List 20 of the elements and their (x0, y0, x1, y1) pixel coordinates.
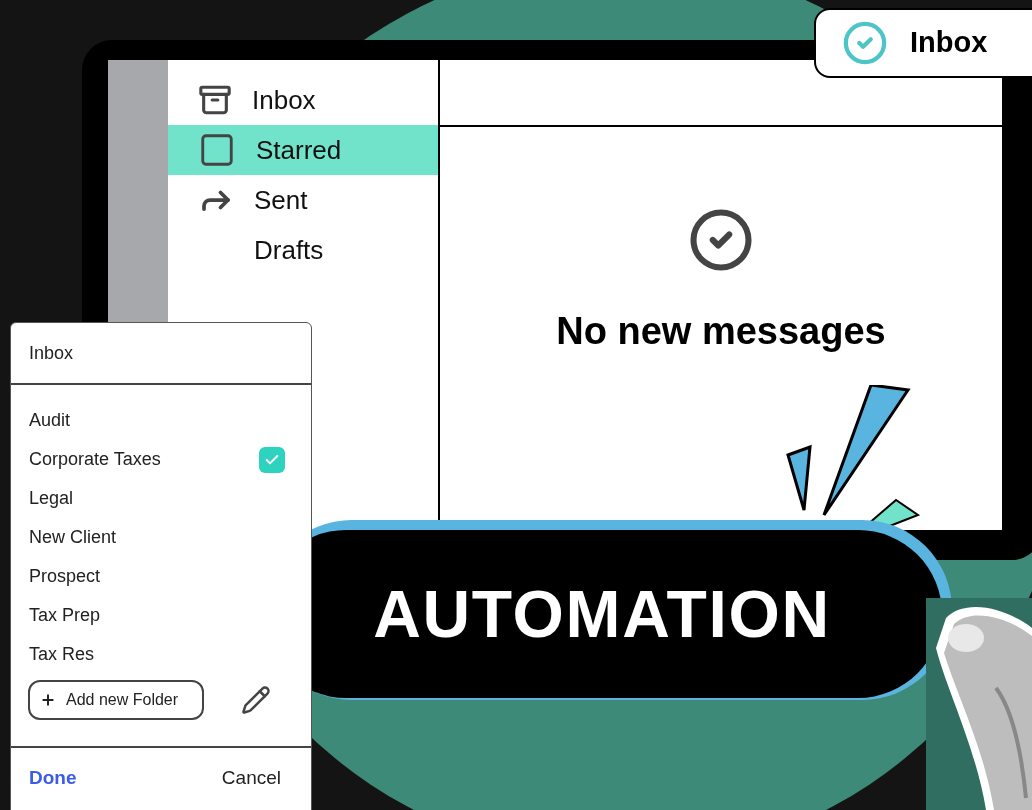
add-folder-button[interactable]: Add new Folder (28, 680, 204, 720)
folder-item[interactable]: Audit (11, 401, 311, 440)
check-circle-icon (688, 207, 754, 273)
checkbox[interactable] (259, 446, 285, 473)
archive-icon (198, 83, 232, 117)
sidebar-item[interactable]: Sent (168, 175, 438, 225)
check-circle-icon (842, 20, 888, 66)
folder-item[interactable]: Legal (11, 479, 311, 518)
panel-title: Inbox (29, 341, 74, 365)
cancel-button[interactable]: Cancel (221, 763, 281, 793)
empty-message: No new messages (556, 309, 886, 354)
sidebar-item[interactable]: Inbox (168, 75, 438, 125)
square-icon (198, 131, 236, 169)
plus-icon (40, 692, 56, 708)
pencil-icon[interactable] (241, 685, 271, 715)
folder-item[interactable]: Corporate Taxes (11, 440, 311, 479)
inbox-badge: Inbox (814, 8, 1032, 78)
done-button[interactable]: Done (29, 763, 77, 793)
sidebar-item[interactable]: Starred (168, 125, 438, 175)
sidebar-item[interactable]: Drafts (168, 225, 438, 275)
